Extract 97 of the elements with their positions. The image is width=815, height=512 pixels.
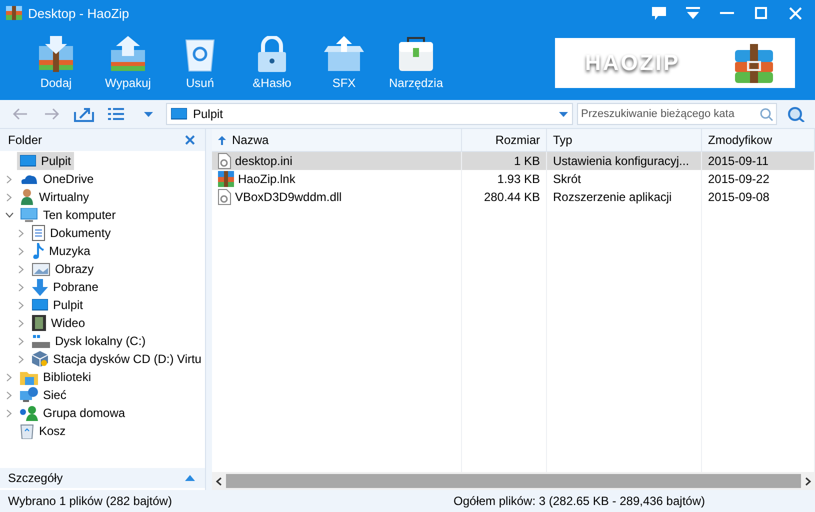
search-field[interactable]: Przeszukiwanie bieżącego kata <box>577 103 777 125</box>
panel-title: Folder <box>8 133 42 147</box>
chevron-right-icon[interactable] <box>18 318 24 328</box>
scroll-left-icon[interactable] <box>216 476 222 486</box>
caret-icon <box>144 112 152 116</box>
chevron-right-icon[interactable] <box>18 336 24 346</box>
music-note-icon <box>32 243 44 259</box>
chevron-right-icon[interactable] <box>6 372 12 382</box>
user-icon <box>20 189 34 205</box>
tree-item[interactable]: OneDrive <box>17 170 97 188</box>
column-header[interactable]: Nazwa <box>212 129 462 152</box>
chevron-down-icon[interactable] <box>4 212 14 218</box>
archive-icon <box>218 171 234 187</box>
tree-item[interactable]: Wideo <box>29 314 88 332</box>
archive-icon <box>733 42 775 84</box>
archive-extract-icon <box>108 36 148 72</box>
banner-text: HAOZIP <box>585 50 680 76</box>
scroll-right-icon[interactable] <box>805 476 811 486</box>
drive-icon <box>32 334 50 348</box>
monitor-icon <box>20 155 36 167</box>
tree-item[interactable]: Wirtualny <box>17 188 92 206</box>
status-text: Wybrano 1 plików (282 bajtów) <box>8 494 172 508</box>
minimize-icon <box>720 12 734 14</box>
computer-icon <box>20 208 38 222</box>
down-arrow-icon <box>32 278 48 296</box>
monitor-icon <box>171 108 187 120</box>
table-cell: 1 KB <box>462 152 547 170</box>
chevron-right-icon[interactable] <box>6 390 12 400</box>
toolbar-button[interactable]: Wypakuj <box>92 34 164 92</box>
left-arrow-icon <box>12 108 28 120</box>
toolbar-button[interactable]: Narzędzia <box>380 34 452 92</box>
toolbar-button[interactable]: &Hasło <box>236 34 308 92</box>
scrollbar-thumb[interactable] <box>226 474 801 488</box>
column-header[interactable]: Typ <box>547 129 702 152</box>
tree-item[interactable]: Dokumenty <box>29 224 114 242</box>
folder-icon <box>20 370 38 384</box>
panel-title: Szczegóły <box>8 471 63 485</box>
chevron-right-icon[interactable] <box>18 264 24 274</box>
address-field[interactable]: Pulpit <box>166 103 573 125</box>
network-icon <box>20 387 38 403</box>
tree-item[interactable]: Pulpit <box>17 152 74 170</box>
search-icon <box>760 108 773 120</box>
film-icon <box>32 315 46 331</box>
archive-add-icon <box>36 36 76 72</box>
column-header[interactable]: Rozmiar <box>462 129 547 152</box>
gear-file-icon <box>218 153 231 169</box>
caret-up-icon <box>185 475 195 481</box>
speech-bubble-icon <box>652 6 666 20</box>
close-icon <box>788 6 802 20</box>
tree-item[interactable]: Grupa domowa <box>17 404 128 422</box>
tree-item[interactable]: Obrazy <box>29 260 97 278</box>
chevron-right-icon[interactable] <box>6 192 12 202</box>
toolbar-button[interactable]: Usuń <box>164 34 236 92</box>
cloud-icon <box>20 173 38 185</box>
status-text: Ogółem plików: 3 (282.65 KB - 289,436 bajtów) <box>454 494 705 508</box>
chevron-right-icon[interactable] <box>18 282 24 292</box>
sort-arrow-icon <box>218 136 226 144</box>
cube-icon <box>32 351 48 367</box>
tree-item[interactable]: Pobrane <box>29 278 102 296</box>
document-icon <box>32 225 45 241</box>
chevron-right-icon[interactable] <box>18 228 24 238</box>
tree-item[interactable]: Sieć <box>17 386 70 404</box>
recycle-bin-icon <box>20 423 34 439</box>
right-arrow-icon <box>44 108 60 120</box>
gear-file-icon <box>218 189 231 205</box>
tree-item[interactable]: Pulpit <box>29 296 86 314</box>
tree-item[interactable]: Dysk lokalny (C:) <box>29 332 149 350</box>
chevron-right-icon[interactable] <box>6 174 12 184</box>
table-cell: 2015-09-11 <box>702 152 815 170</box>
app-logo-icon <box>6 6 22 20</box>
tree-item[interactable]: Stacja dysków CD (D:) Virtu <box>29 350 204 368</box>
close-icon <box>185 135 195 145</box>
chevron-right-icon[interactable] <box>6 408 12 418</box>
maximize-icon <box>755 7 767 19</box>
caret-icon <box>559 112 568 116</box>
monitor-icon <box>32 299 48 311</box>
image-icon <box>32 262 50 276</box>
tree-item[interactable]: Muzyka <box>29 242 94 260</box>
list-icon <box>108 108 124 120</box>
menu-icon <box>686 7 700 19</box>
toolbar-button[interactable]: SFX <box>308 34 380 92</box>
window-title: Desktop - HaoZip <box>28 6 130 20</box>
column-header[interactable]: Zmodyfikow <box>702 129 815 152</box>
chevron-right-icon[interactable] <box>18 246 24 256</box>
chevron-right-icon[interactable] <box>18 300 24 310</box>
up-folder-icon <box>74 106 94 122</box>
chevron-right-icon[interactable] <box>18 354 24 364</box>
tree-item[interactable]: Ten komputer <box>17 206 119 224</box>
toolbox-icon <box>396 36 436 72</box>
close-button[interactable] <box>183 133 197 147</box>
tree-item[interactable]: Kosz <box>17 422 69 440</box>
tree-item[interactable]: Biblioteki <box>17 368 94 386</box>
toolbar-button[interactable]: Dodaj <box>20 34 92 92</box>
file-name-cell[interactable]: desktop.ini <box>212 152 462 170</box>
box-icon <box>324 36 364 72</box>
table-cell: Ustawienia konfiguracyj... <box>547 152 702 170</box>
people-icon <box>20 406 38 420</box>
